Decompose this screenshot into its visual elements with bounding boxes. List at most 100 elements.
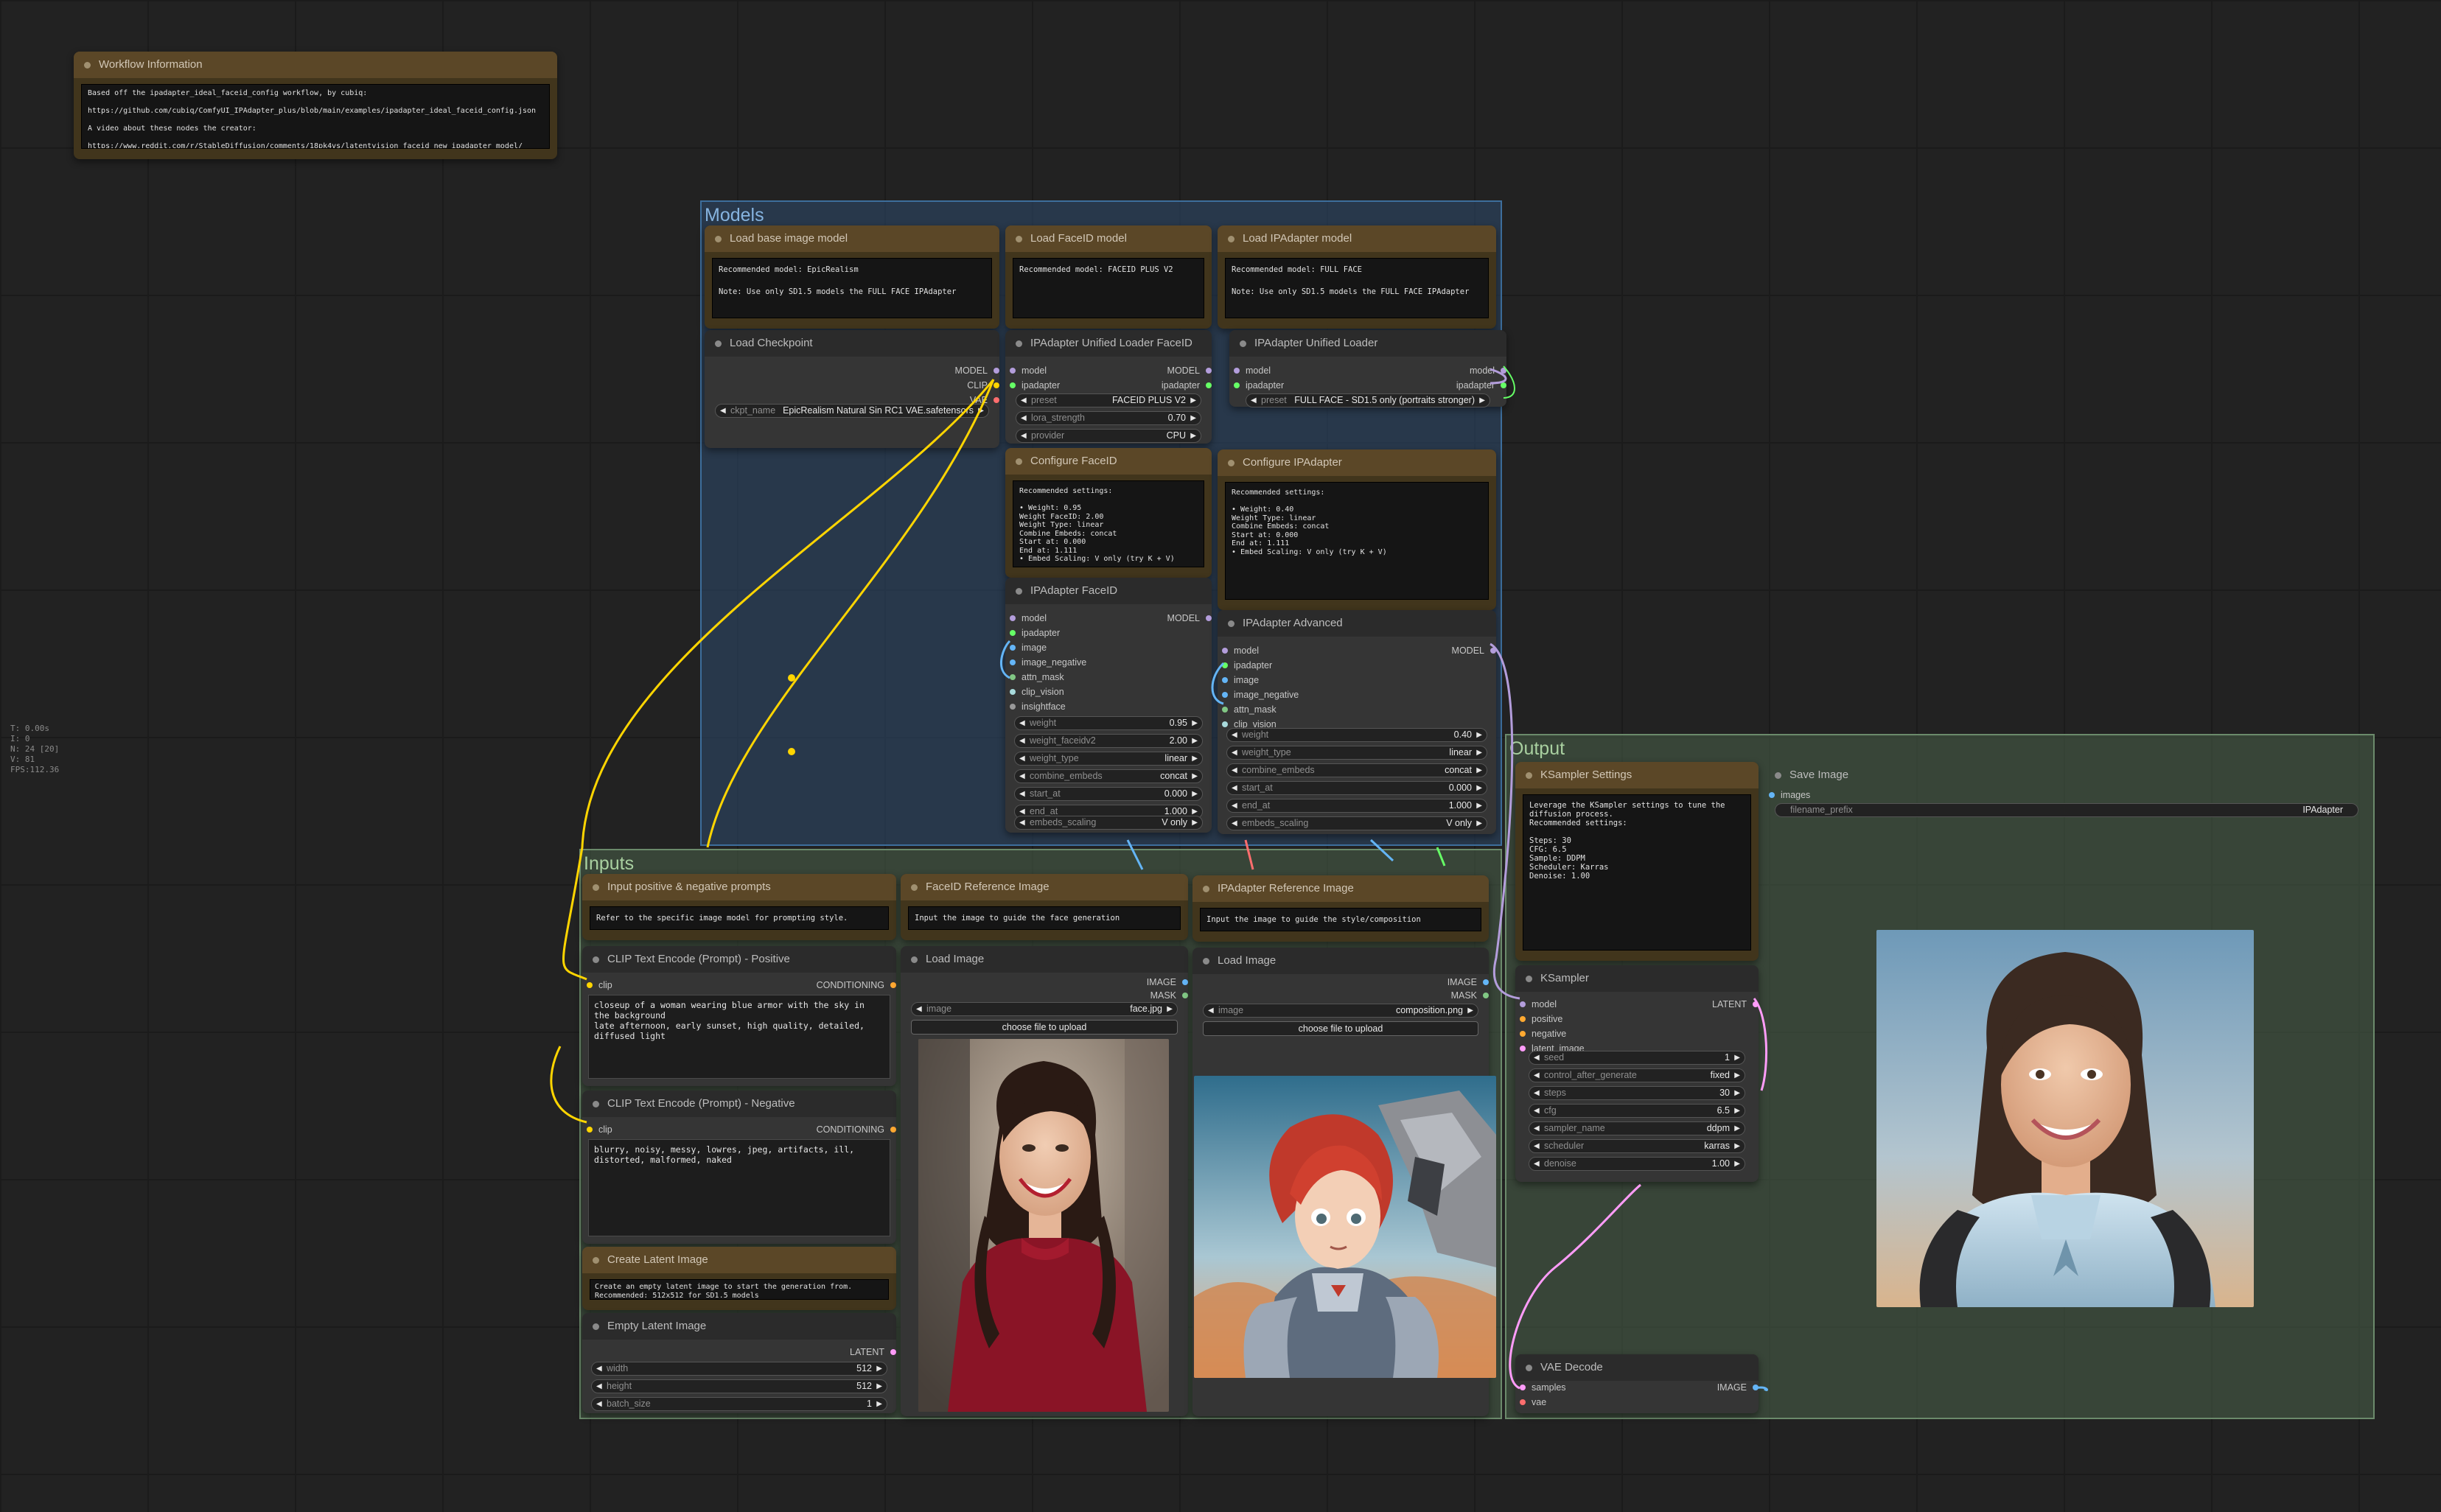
note-text[interactable]: Based off the ipadapter_ideal_faceid_con… (81, 84, 550, 149)
node-title[interactable]: FaceID Reference Image (901, 874, 1188, 900)
node-title[interactable]: Configure IPAdapter (1218, 449, 1496, 476)
weight-type-combo[interactable]: ◀ weight_type linear ▶ (1014, 752, 1203, 766)
load-faceid-model-note[interactable]: Load FaceID model Recommended model: FAC… (1005, 225, 1212, 329)
input-ipadapter[interactable]: ipadapter (1234, 379, 1284, 392)
node-title[interactable]: Workflow Information (74, 52, 557, 78)
ipadapter-advanced-node[interactable]: IPAdapter Advanced model ipadapter image… (1218, 610, 1496, 834)
node-title[interactable]: KSampler Settings (1515, 762, 1759, 788)
output-mask[interactable]: MASK (1415, 989, 1489, 1002)
ipadapter-unified-loader-faceid-node[interactable]: IPAdapter Unified Loader FaceID model ip… (1005, 330, 1212, 444)
provider-combo[interactable]: ◀ provider CPU ▶ (1016, 429, 1201, 443)
weight-slider[interactable]: ◀ weight 0.95 ▶ (1014, 716, 1203, 730)
configure-faceid-note[interactable]: Configure FaceID Recommended settings: •… (1005, 448, 1212, 578)
input-image-negative[interactable]: image_negative (1222, 688, 1299, 701)
node-title[interactable]: CLIP Text Encode (Prompt) - Positive (582, 946, 896, 973)
vae-decode-node[interactable]: VAE Decode samples vae IMAGE (1515, 1354, 1759, 1413)
group-title-inputs[interactable]: Inputs (584, 850, 634, 877)
note-text[interactable]: Refer to the specific image model for pr… (590, 906, 889, 930)
control-after-generate-combo[interactable]: ◀ control_after_generate fixed ▶ (1529, 1068, 1745, 1082)
sampler-name-combo[interactable]: ◀ sampler_name ddpm ▶ (1529, 1121, 1745, 1135)
group-title-models[interactable]: Models (705, 202, 764, 228)
input-ipadapter[interactable]: ipadapter (1010, 379, 1060, 392)
node-title[interactable]: IPAdapter Reference Image (1192, 875, 1489, 902)
load-base-image-model-note[interactable]: Load base image model Recommended model:… (705, 225, 999, 329)
weight-slider[interactable]: ◀ weight 0.40 ▶ (1226, 728, 1487, 742)
output-model[interactable]: MODEL (1123, 364, 1212, 377)
output-image[interactable]: IMAGE (1415, 976, 1489, 989)
configure-ipadapter-note[interactable]: Configure IPAdapter Recommended settings… (1218, 449, 1496, 610)
output-ipadapter[interactable]: ipadapter (1123, 379, 1212, 392)
node-title[interactable]: Save Image (1764, 762, 2369, 788)
input-samples[interactable]: samples (1520, 1381, 1566, 1394)
embeds-scaling-combo[interactable]: ◀ embeds_scaling V only ▶ (1014, 816, 1203, 830)
input-insightface[interactable]: insightface (1010, 700, 1066, 713)
node-title[interactable]: Load Image (1192, 948, 1489, 974)
input-clip[interactable]: clip (587, 1123, 612, 1136)
node-title[interactable]: Load IPAdapter model (1218, 225, 1496, 252)
combine-embeds-combo[interactable]: ◀ combine_embeds concat ▶ (1226, 763, 1487, 777)
input-vae[interactable]: vae (1520, 1396, 1546, 1409)
steps-slider[interactable]: ◀ steps 30 ▶ (1529, 1086, 1745, 1100)
ipadapter-faceid-node[interactable]: IPAdapter FaceID model ipadapter image i… (1005, 578, 1212, 833)
clip-text-encode-positive-node[interactable]: CLIP Text Encode (Prompt) - Positive cli… (582, 946, 896, 1086)
node-title[interactable]: Load Checkpoint (705, 330, 999, 357)
cfg-slider[interactable]: ◀ cfg 6.5 ▶ (1529, 1104, 1745, 1118)
output-model[interactable]: MODEL (1138, 612, 1212, 625)
ksampler-node[interactable]: KSampler model positive negative latent_… (1515, 965, 1759, 1182)
input-image-negative[interactable]: image_negative (1010, 656, 1086, 669)
note-text[interactable]: Input the image to guide the style/compo… (1200, 908, 1481, 931)
output-model[interactable]: model (1418, 364, 1506, 377)
image-file-combo[interactable]: ◀ image face.jpg ▶ (911, 1002, 1178, 1016)
input-negative[interactable]: negative (1520, 1027, 1566, 1040)
node-title[interactable]: Configure FaceID (1005, 448, 1212, 475)
node-title[interactable]: KSampler (1515, 965, 1759, 992)
upload-button[interactable]: choose file to upload (1203, 1021, 1478, 1036)
input-model[interactable]: model (1520, 998, 1557, 1011)
input-images[interactable]: images (1769, 788, 1810, 802)
input-model[interactable]: model (1234, 364, 1271, 377)
note-text[interactable]: Recommended settings: • Weight: 0.95 Wei… (1013, 480, 1204, 567)
node-title[interactable]: Create Latent Image (582, 1247, 896, 1273)
output-model[interactable]: MODEL (1422, 644, 1496, 657)
ksampler-settings-note[interactable]: KSampler Settings Leverage the KSampler … (1515, 762, 1759, 961)
input-image[interactable]: image (1010, 641, 1047, 654)
input-model[interactable]: model (1010, 364, 1047, 377)
input-ipadapter[interactable]: ipadapter (1222, 659, 1272, 672)
output-ipadapter[interactable]: ipadapter (1418, 379, 1506, 392)
output-latent[interactable]: LATENT (1670, 998, 1759, 1011)
denoise-slider[interactable]: ◀ denoise 1.00 ▶ (1529, 1157, 1745, 1171)
note-text[interactable]: Recommended settings: • Weight: 0.40 Wei… (1225, 482, 1489, 600)
input-clip[interactable]: clip (587, 979, 612, 992)
faceid-reference-image-note[interactable]: FaceID Reference Image Input the image t… (901, 874, 1188, 940)
note-text[interactable]: Input the image to guide the face genera… (908, 906, 1181, 930)
output-image[interactable]: IMAGE (1114, 976, 1188, 989)
node-title[interactable]: IPAdapter FaceID (1005, 578, 1212, 604)
node-title[interactable]: IPAdapter Advanced (1218, 610, 1496, 637)
note-text[interactable]: Recommended model: FACEID PLUS V2 (1013, 258, 1204, 318)
node-title[interactable]: Load base image model (705, 225, 999, 252)
note-text[interactable]: Recommended model: EpicRealism Note: Use… (712, 258, 992, 318)
end-at-slider[interactable]: ◀ end_at 1.000 ▶ (1226, 799, 1487, 813)
output-conditioning[interactable]: CONDITIONING (778, 1123, 896, 1136)
input-model[interactable]: model (1222, 644, 1259, 657)
seed-slider[interactable]: ◀ seed 1 ▶ (1529, 1051, 1745, 1065)
node-title[interactable]: Load FaceID model (1005, 225, 1212, 252)
load-image-face-node[interactable]: Load Image IMAGE MASK ◀ image face.jpg ▶ ch… (901, 946, 1188, 1416)
input-prompts-note[interactable]: Input positive & negative prompts Refer … (582, 874, 896, 940)
batch-size-slider[interactable]: ◀ batch_size 1 ▶ (591, 1397, 887, 1411)
input-positive[interactable]: positive (1520, 1012, 1562, 1026)
node-title[interactable]: IPAdapter Unified Loader FaceID (1005, 330, 1212, 357)
positive-prompt-textarea[interactable]: closeup of a woman wearing blue armor wi… (588, 995, 890, 1079)
upload-button[interactable]: choose file to upload (911, 1020, 1178, 1035)
output-conditioning[interactable]: CONDITIONING (778, 979, 896, 992)
ckpt-name-combo[interactable]: ◀ ckpt_name EpicRealism Natural Sin RC1 VA… (715, 404, 989, 418)
output-latent[interactable]: LATENT (778, 1345, 896, 1359)
empty-latent-image-node[interactable]: Empty Latent Image LATENT ◀ width 512 ▶ ◀ he… (582, 1313, 896, 1413)
output-image[interactable]: IMAGE (1670, 1381, 1759, 1394)
filename-prefix-input[interactable]: filename_prefix IPAdapter (1775, 803, 2358, 817)
load-image-composition-node[interactable]: Load Image IMAGE MASK ◀ image composition.… (1192, 948, 1496, 1416)
node-title[interactable]: Load Image (901, 946, 1188, 973)
ipadapter-reference-image-note[interactable]: IPAdapter Reference Image Input the imag… (1192, 875, 1489, 942)
weight-faceidv2-slider[interactable]: ◀ weight_faceidv2 2.00 ▶ (1014, 734, 1203, 748)
embeds-scaling-combo[interactable]: ◀ embeds_scaling V only ▶ (1226, 816, 1487, 830)
